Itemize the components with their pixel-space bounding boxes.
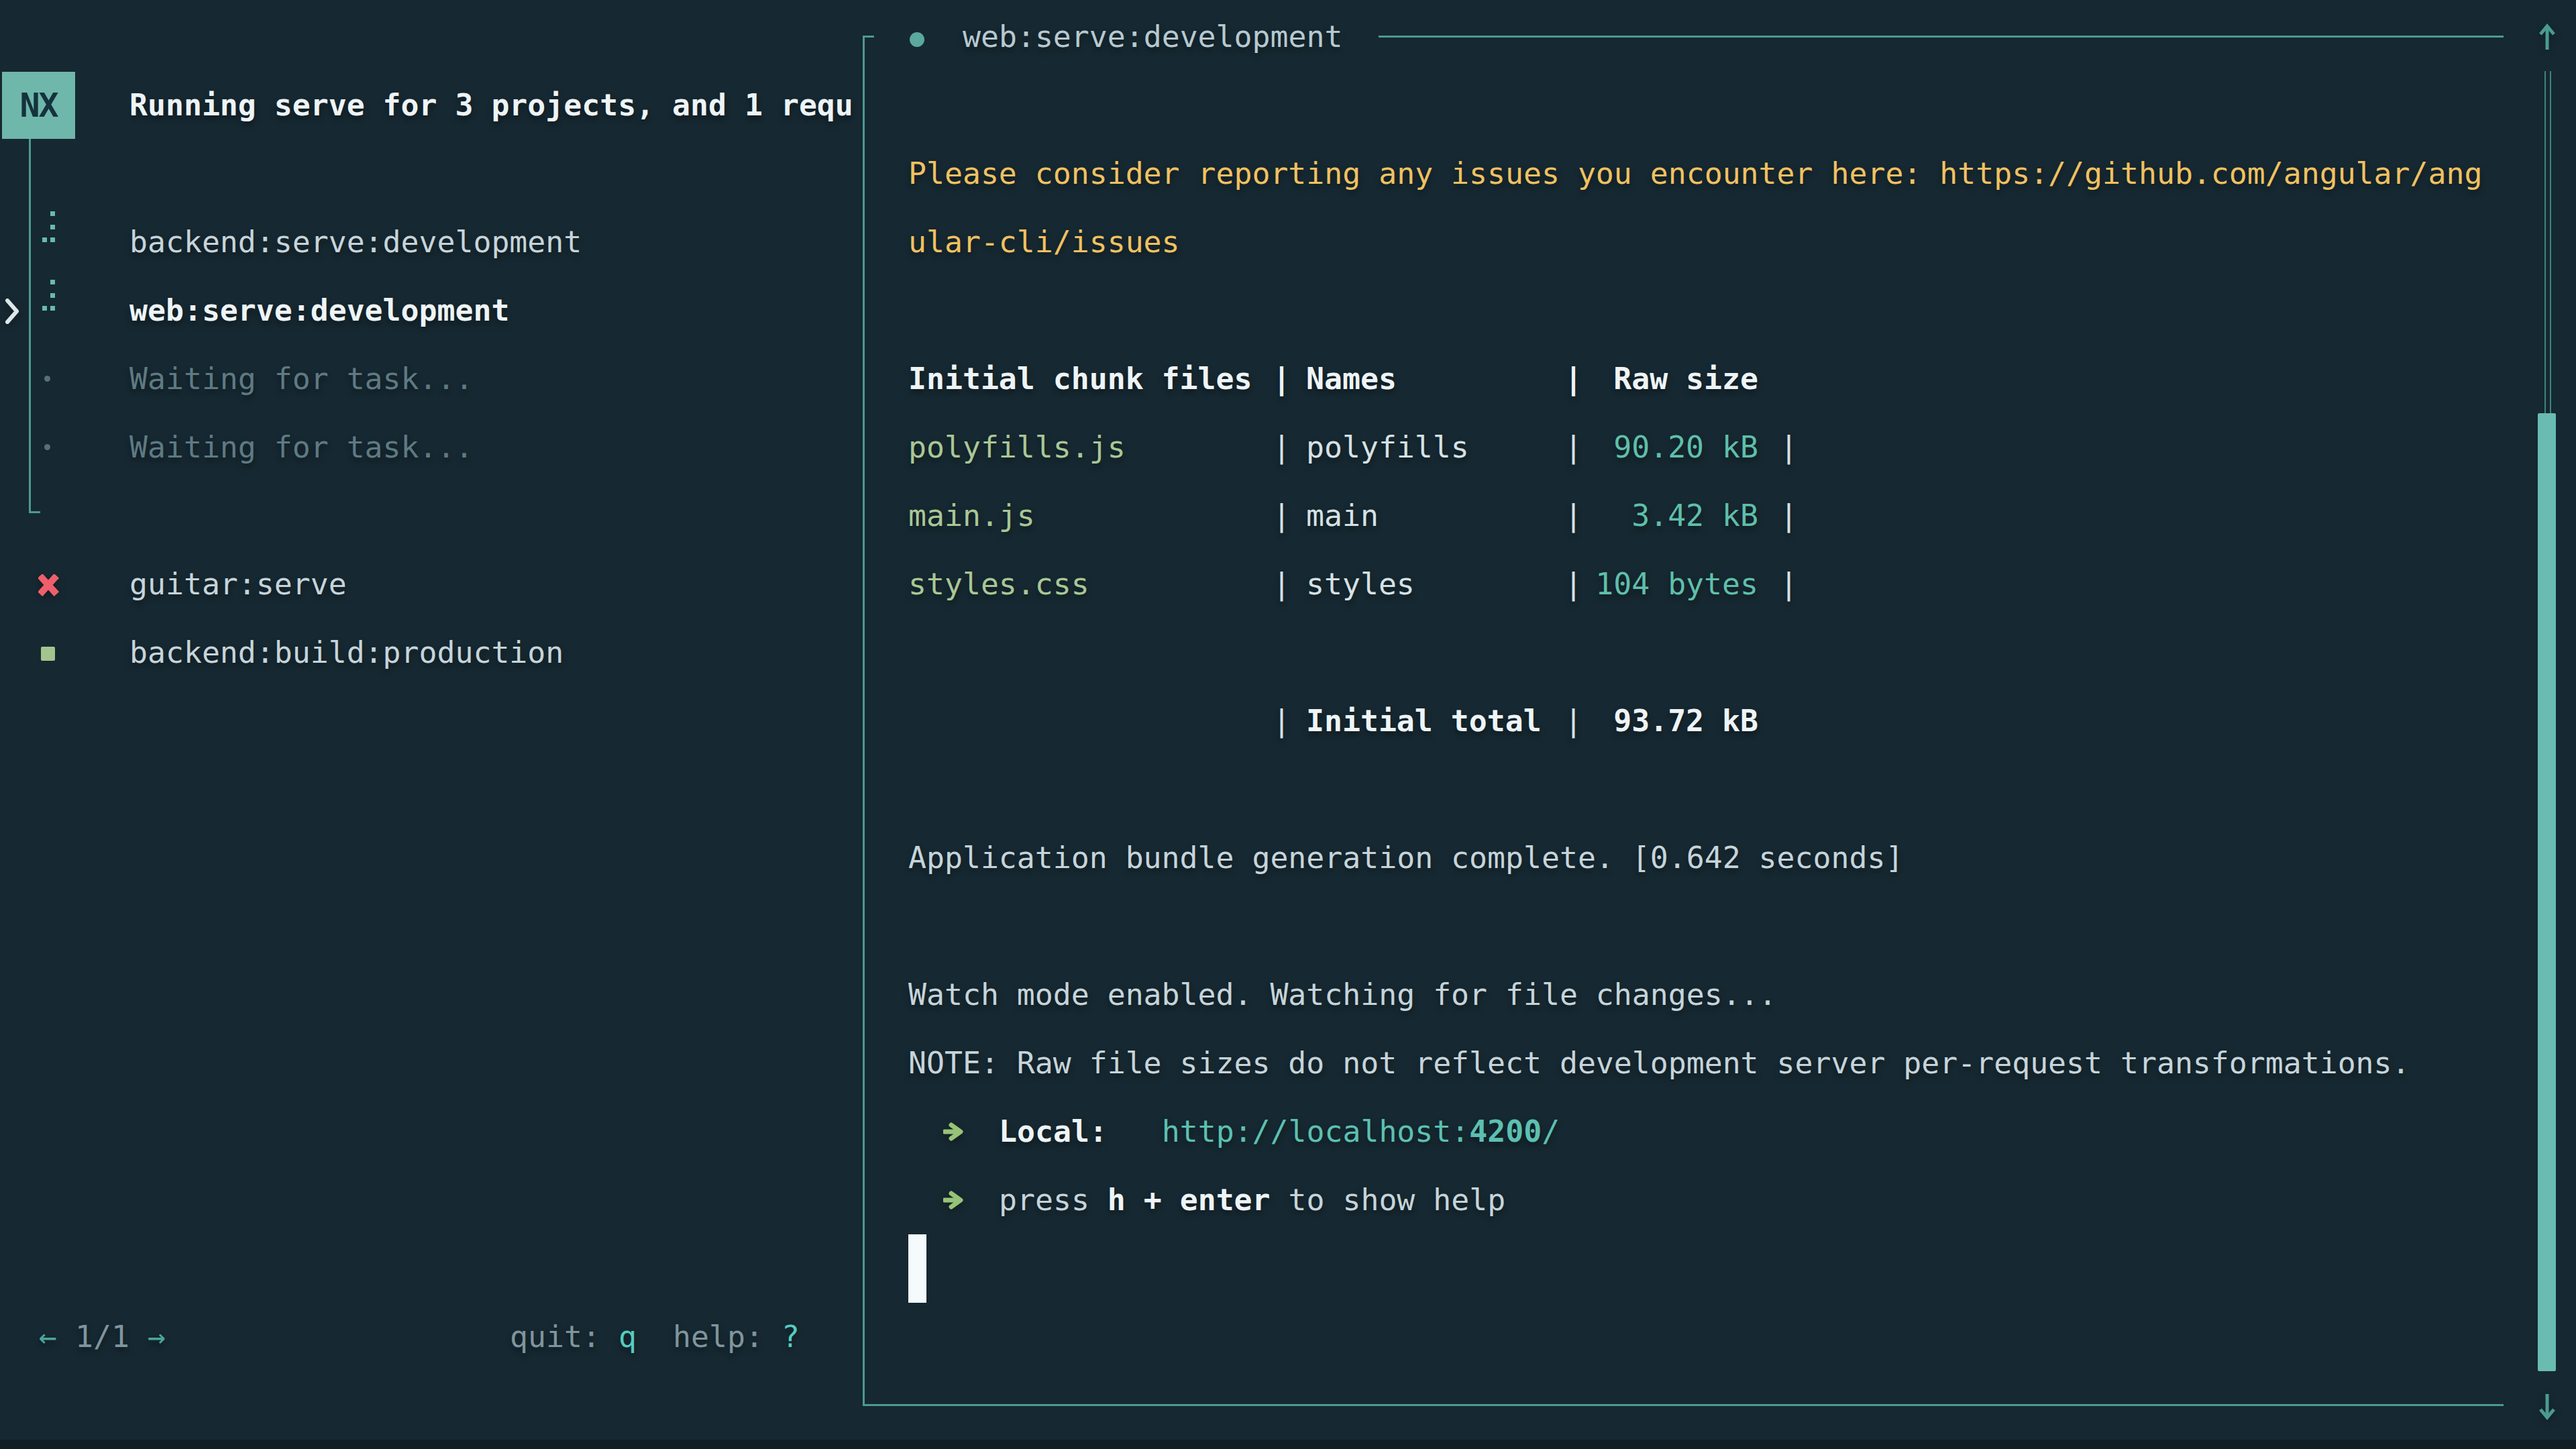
table-cell-name: polyfills [1306,413,1469,482]
terminal-cursor [908,1234,926,1303]
sidebar-header-text: Running serve for 3 projects, and 1 requ [129,87,853,123]
notice-line-1: Please consider reporting any issues you… [908,140,2482,208]
bundle-complete-line: Application bundle generation complete. … [908,824,1903,892]
panel-border-bottom [863,1404,2504,1406]
table-cell-size: 90.20 kB [1568,413,1758,482]
task-label: Waiting for task... [129,429,473,465]
scrollbar-track[interactable] [2544,71,2546,413]
note-line: NOTE: Raw file sizes do not reflect deve… [908,1029,2410,1097]
table-separator: | [1780,413,1798,482]
scroll-down-icon[interactable] [2537,1391,2557,1421]
bottom-edge [0,1440,2576,1449]
sidebar-header: Running serve for 3 projects, and 1 requ [129,71,856,140]
panel-title: web:serve:development [963,3,1342,71]
spinner-icon [42,280,56,311]
table-cell-file: main.js [908,482,1035,550]
table-header-names: Names [1306,345,1397,413]
table-separator: | [1780,482,1798,550]
table-separator: | [1273,482,1291,550]
pagination-prev[interactable]: ← [39,1303,57,1371]
panel-border-top-stub [863,36,874,38]
pagination-next[interactable]: → [148,1303,166,1371]
table-cell-file: polyfills.js [908,413,1126,482]
table-header-files: Initial chunk files [908,345,1252,413]
task-tree-corner [29,511,40,513]
table-cell-size: 3.42 kB [1568,482,1758,550]
table-separator: | [1273,345,1291,413]
local-url-line: Local: http://localhost:4200/ [999,1097,1560,1166]
task-item-waiting-1: Waiting for task... [129,345,473,413]
failed-x-icon [38,574,60,597]
task-tree-line [29,139,31,513]
table-separator: | [1273,413,1291,482]
local-label: Local: [999,1114,1108,1149]
chevron-right-icon [3,298,21,325]
help-label: help: [673,1303,763,1371]
scrollbar-track[interactable] [2550,71,2551,413]
table-total-size: 93.72 kB [1568,687,1758,755]
notice-line-2[interactable]: ular-cli/issues [908,208,1180,276]
task-label: Waiting for task... [129,361,473,396]
task-label: backend:serve:development [129,224,582,260]
task-item-waiting-2: Waiting for task... [129,413,473,482]
panel-border-top [1379,36,2504,38]
help-key[interactable]: ? [782,1303,800,1371]
pagination-current: 1/1 [75,1303,129,1371]
task-label: backend:build:production [129,635,564,670]
table-cell-size: 104 bytes [1568,550,1758,619]
help-hint-keys: h + enter [1108,1182,1271,1218]
local-url[interactable]: http://localhost: [1162,1114,1470,1149]
arrow-right-icon [943,1121,966,1142]
help-hint-line: press h + enter to show help [999,1166,1505,1234]
task-item-backend-serve[interactable]: backend:serve:development [129,208,582,276]
nx-logo: NX [2,72,75,139]
spinner-icon [42,211,56,243]
table-separator: | [1780,550,1798,619]
quit-key[interactable]: q [619,1303,637,1371]
local-url-slash[interactable]: / [1542,1114,1560,1149]
table-cell-name: main [1306,482,1379,550]
panel-border-left [863,36,865,1406]
scroll-up-icon[interactable] [2537,23,2557,52]
scrollbar-thumb[interactable] [2538,413,2556,1371]
task-item-web-serve[interactable]: web:serve:development [129,276,509,345]
running-bullet-icon [910,32,924,47]
task-item-guitar-serve[interactable]: guitar:serve [129,550,347,619]
waiting-dot-icon [44,376,50,382]
success-square-icon [41,647,55,661]
table-header-rawsize: Raw size [1568,345,1758,413]
table-cell-name: styles [1306,550,1415,619]
quit-label: quit: [510,1303,600,1371]
waiting-dot-icon [44,444,50,450]
nx-tui-app: NX Running serve for 3 projects, and 1 r… [0,0,2576,1449]
table-separator: | [1273,550,1291,619]
table-separator: | [1273,687,1291,755]
watch-mode-line: Watch mode enabled. Watching for file ch… [908,961,1777,1029]
nx-logo-text: NX [19,86,57,125]
task-item-backend-build[interactable]: backend:build:production [129,619,564,687]
task-label: guitar:serve [129,566,347,602]
task-label: web:serve:development [129,292,509,328]
arrow-right-icon [943,1189,966,1211]
table-total-label: Initial total [1306,687,1542,755]
table-cell-file: styles.css [908,550,1089,619]
local-url-port[interactable]: 4200 [1469,1114,1542,1149]
